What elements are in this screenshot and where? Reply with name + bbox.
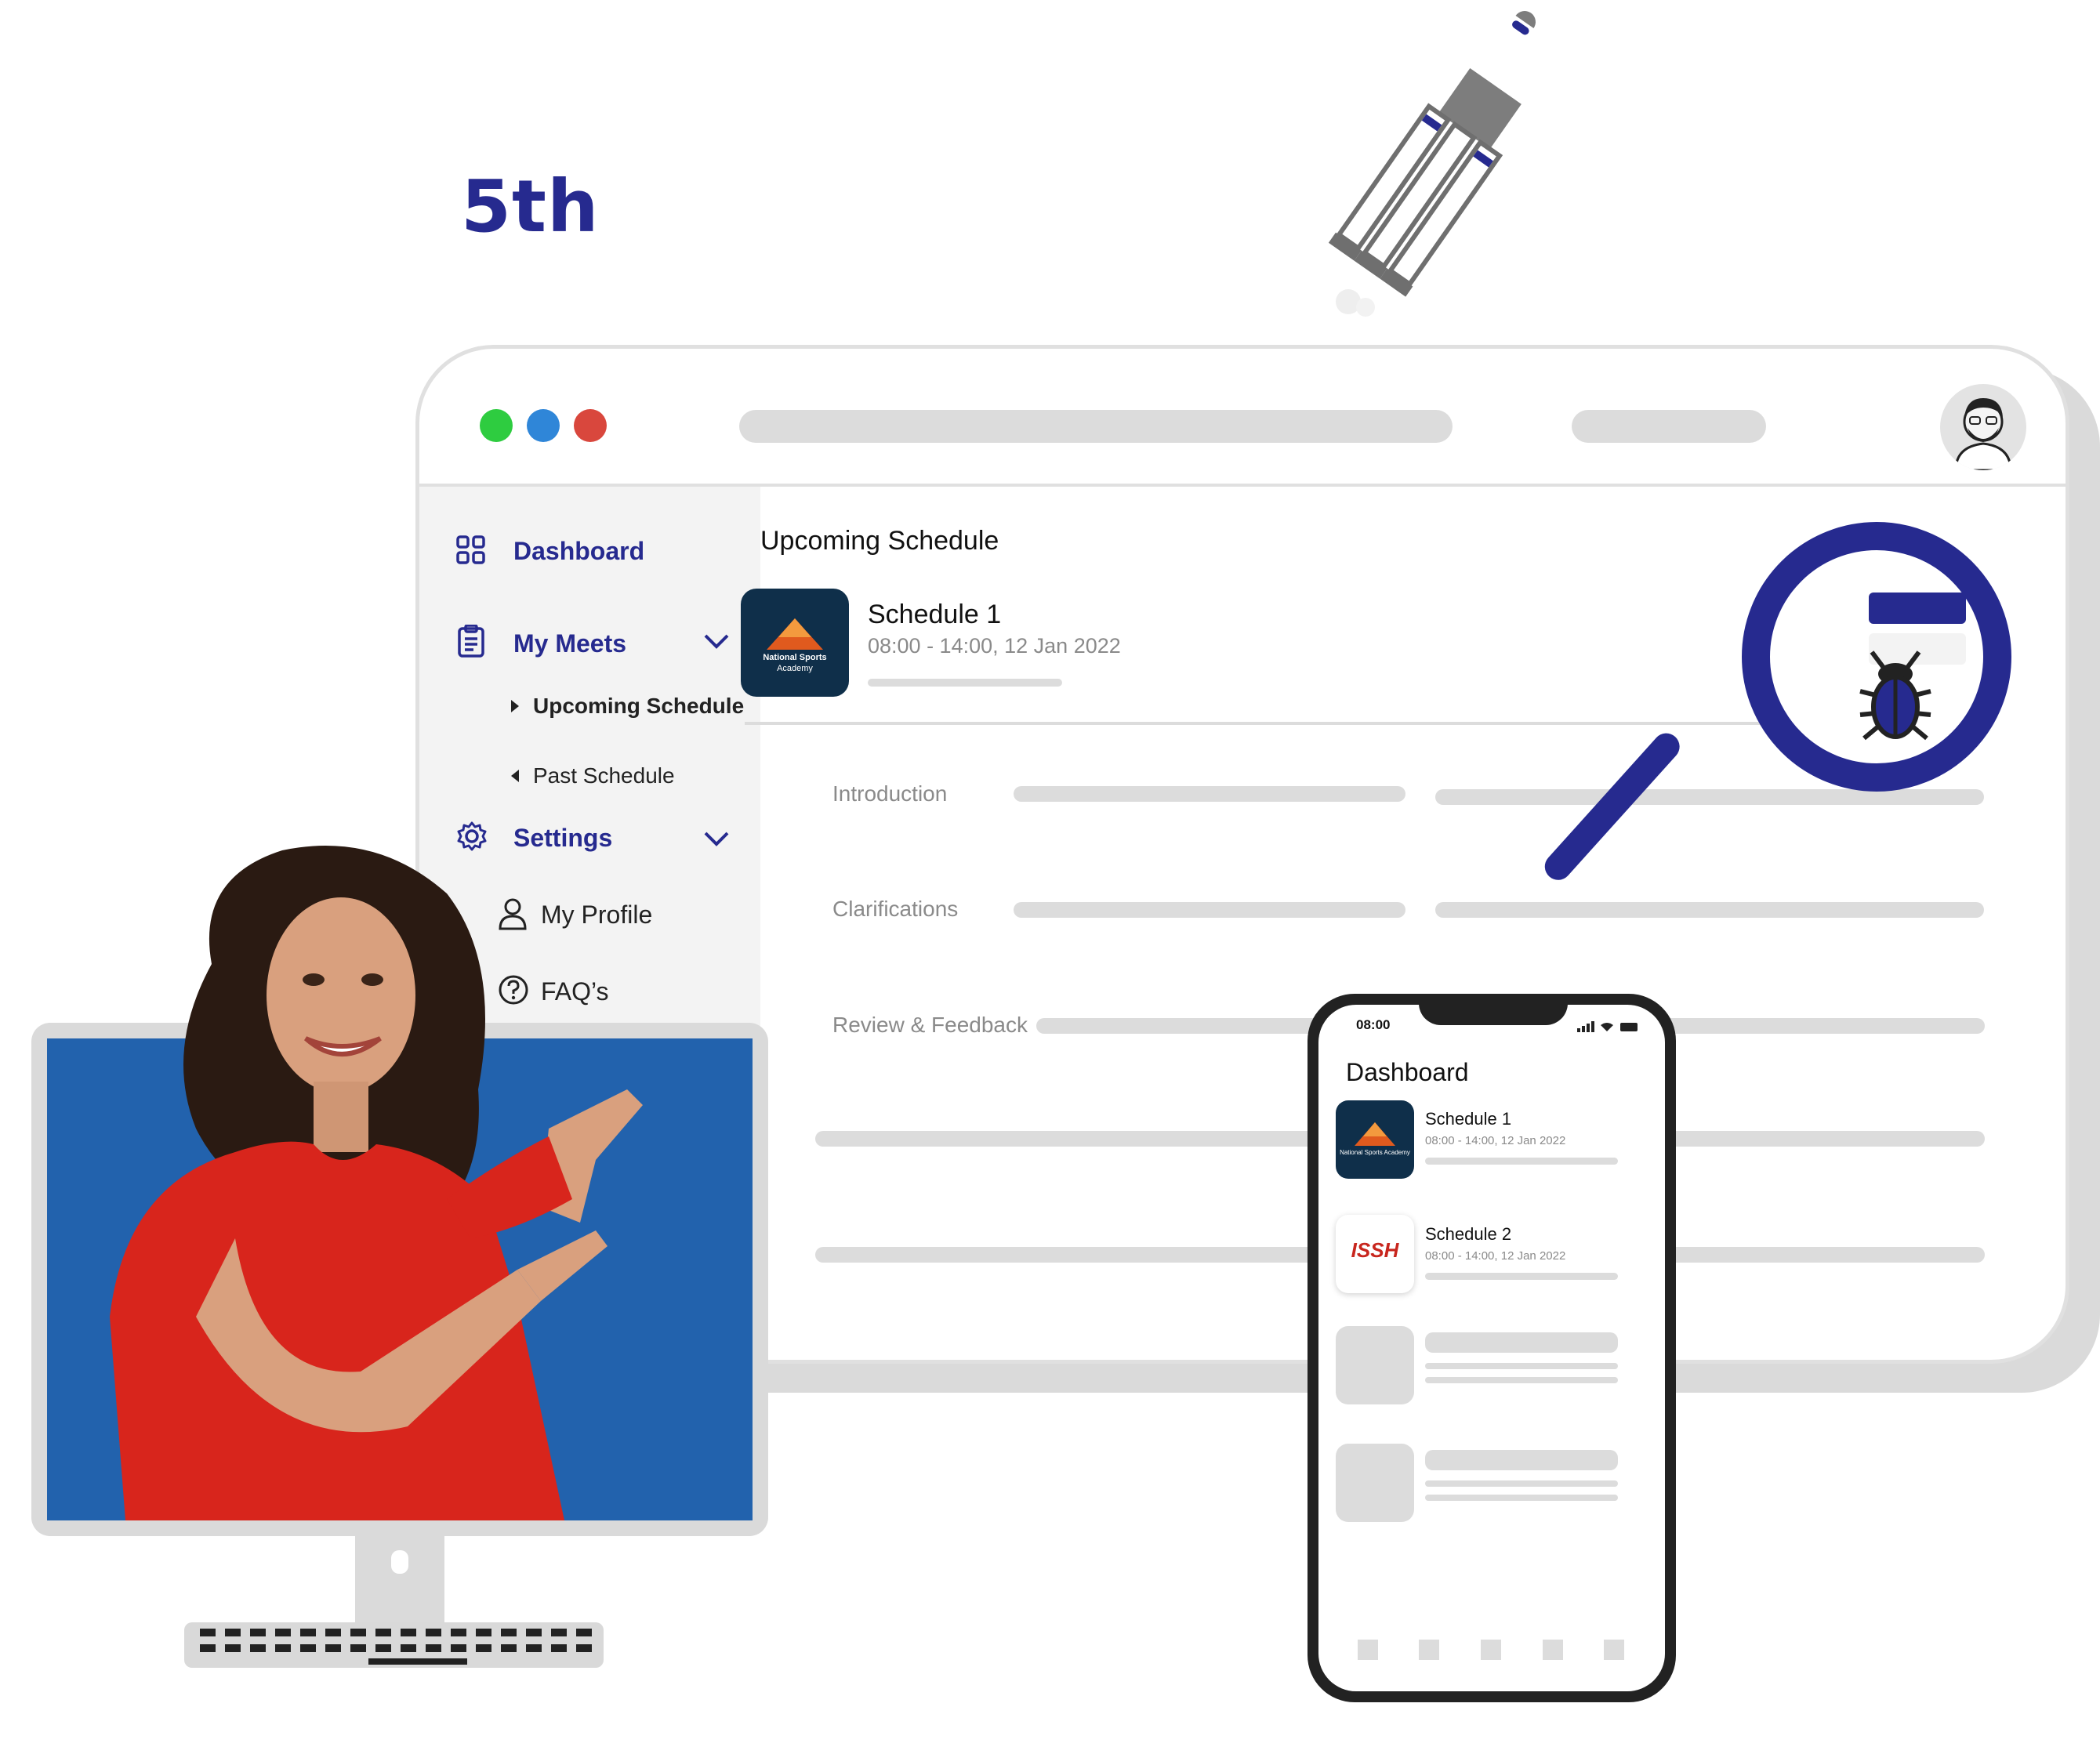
power-indicator [391, 1550, 408, 1574]
schedule-title[interactable]: Schedule 1 [868, 600, 1181, 630]
clipboard-icon [458, 625, 484, 658]
placeholder-bar [1014, 786, 1405, 802]
minimize-dot[interactable] [527, 409, 560, 442]
logo-text: National Sports Academy [1340, 1149, 1410, 1156]
close-dot[interactable] [480, 409, 513, 442]
schedule-time: 08:00 - 14:00, 12 Jan 2022 [868, 634, 1121, 658]
sidebar-subitem-label: Past Schedule [533, 763, 675, 788]
placeholder-bar [1425, 1377, 1618, 1383]
placeholder-bar [1425, 1363, 1618, 1369]
magnifier-icon [1742, 522, 2011, 792]
sidebar-subitem-label: Upcoming Schedule [533, 694, 745, 718]
schedule-progress [868, 679, 1062, 687]
sidebar-item-label: My Meets [513, 629, 627, 658]
caret-left-icon [511, 770, 519, 782]
logo-text: ISSH [1351, 1238, 1399, 1262]
sidebar-subitem-past[interactable]: Past Schedule [510, 760, 753, 792]
phone-notch [1419, 994, 1568, 1025]
placeholder-bar [1435, 789, 1984, 805]
placeholder-tile [1336, 1444, 1414, 1522]
placeholder-bar [1425, 1480, 1618, 1487]
tab-icon[interactable] [1419, 1640, 1439, 1660]
placeholder-bar [1425, 1450, 1618, 1470]
search-bar[interactable] [1572, 410, 1766, 443]
sidebar-item-dashboard[interactable]: Dashboard [456, 531, 738, 570]
phone-item-logo: National Sports Academy [1336, 1100, 1414, 1179]
placeholder-bar [1425, 1495, 1618, 1501]
tab-icon[interactable] [1481, 1640, 1501, 1660]
placeholder-bar [1425, 1158, 1618, 1165]
user-avatar[interactable] [1940, 384, 2026, 470]
chevron-down-icon[interactable] [703, 632, 730, 650]
address-bar[interactable] [739, 410, 1453, 443]
tab-icon[interactable] [1543, 1640, 1563, 1660]
keyboard [184, 1622, 604, 1668]
tab-bar [1358, 1640, 1624, 1671]
placeholder-bar [1425, 1273, 1618, 1280]
placeholder-bar [1425, 1332, 1618, 1353]
phone-item-logo: ISSH [1336, 1215, 1414, 1293]
phone-item-time: 08:00 - 14:00, 12 Jan 2022 [1425, 1249, 1566, 1263]
row-label-review: Review & Feedback [832, 1013, 1028, 1037]
sidebar-item-label: Dashboard [513, 537, 645, 565]
monitor-stand [355, 1536, 444, 1630]
logo-text: Academy [777, 664, 813, 673]
placeholder-bar [1014, 902, 1405, 918]
phone-item-title[interactable]: Schedule 2 [1425, 1224, 1511, 1245]
tab-icon[interactable] [1358, 1640, 1378, 1660]
caret-right-icon [511, 700, 519, 712]
section-title: Upcoming Schedule [760, 526, 999, 556]
phone-status-time: 08:00 [1356, 1017, 1391, 1032]
phone-item-time: 08:00 - 14:00, 12 Jan 2022 [1425, 1134, 1566, 1147]
rocket-illustration [1328, 11, 1536, 317]
placeholder-tile [1336, 1326, 1414, 1404]
schedule-logo: National Sports Academy [741, 589, 849, 697]
sidebar-item-my-meets[interactable]: My Meets [456, 622, 738, 661]
phone-item-title[interactable]: Schedule 1 [1425, 1109, 1511, 1129]
title-bar [419, 349, 2066, 487]
chevron-down-icon[interactable] [703, 830, 730, 847]
phone-title: Dashboard [1346, 1058, 1469, 1086]
phone-screen: 08:00 Dashboard National Sports Academy … [1318, 1005, 1665, 1691]
woman-photo [110, 846, 643, 1520]
bug-icon [1859, 651, 1931, 741]
maximize-dot[interactable] [574, 409, 607, 442]
step-label: 5th [461, 165, 600, 248]
avatar-icon [1954, 398, 2012, 470]
grid-icon [456, 535, 485, 564]
status-icons [1577, 1021, 1638, 1032]
logo-text: National Sports [763, 653, 827, 662]
tab-icon[interactable] [1604, 1640, 1624, 1660]
placeholder-bar [1435, 902, 1984, 918]
magnifier-bar [1869, 593, 1966, 624]
sidebar-subitem-upcoming[interactable]: Upcoming Schedule [510, 690, 753, 722]
